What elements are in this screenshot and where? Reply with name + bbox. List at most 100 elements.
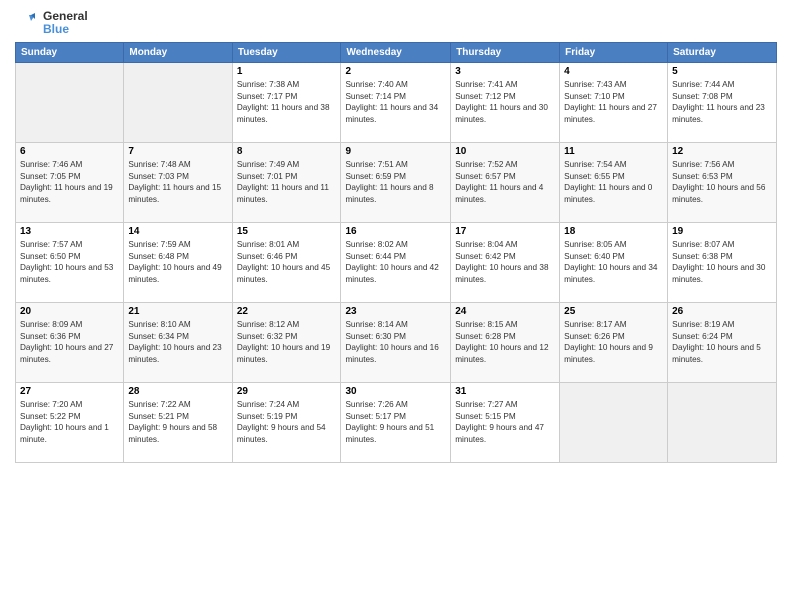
day-info: Sunrise: 7:59 AM Sunset: 6:48 PM Dayligh… [128,239,227,285]
calendar-cell: 30 Sunrise: 7:26 AM Sunset: 5:17 PM Dayli… [341,383,451,463]
calendar-cell: 24Sunrise: 8:15 AM Sunset: 6:28 PM Dayli… [451,303,560,383]
day-number: 1 [237,66,337,77]
calendar-cell: 5 Sunrise: 7:44 AM Sunset: 7:08 PM Daylig… [668,63,777,143]
page: General Blue SundayMondayTuesdayWednesda… [0,0,792,612]
day-number: 18 [564,226,663,237]
day-number: 2 [345,66,446,77]
day-info: Sunrise: 7:43 AM Sunset: 7:10 PM Dayligh… [564,79,663,125]
day-number: 26 [672,306,772,317]
calendar-cell [16,63,124,143]
day-number: 27 [20,386,119,397]
calendar-cell: 13 Sunrise: 7:57 AM Sunset: 6:50 PM Dayli… [16,223,124,303]
calendar-header-row: SundayMondayTuesdayWednesdayThursdayFrid… [16,43,777,63]
col-header-thursday: Thursday [451,43,560,63]
calendar-cell: 31 Sunrise: 7:27 AM Sunset: 5:15 PM Dayli… [451,383,560,463]
day-number: 14 [128,226,227,237]
calendar-cell: 22 Sunrise: 8:12 AM Sunset: 6:32 PM Dayli… [232,303,341,383]
header: General Blue [15,10,777,36]
day-info: Sunrise: 8:07 AM Sunset: 6:38 PM Dayligh… [672,239,772,285]
calendar-cell: 7 Sunrise: 7:48 AM Sunset: 7:03 PM Daylig… [124,143,232,223]
logo-line2: Blue [43,23,88,36]
calendar-cell: 25 Sunrise: 8:17 AM Sunset: 6:26 PM Dayli… [560,303,668,383]
calendar-cell: 4 Sunrise: 7:43 AM Sunset: 7:10 PM Daylig… [560,63,668,143]
day-info: Sunrise: 8:17 AM Sunset: 6:26 PM Dayligh… [564,319,663,365]
day-info: Sunrise: 7:44 AM Sunset: 7:08 PM Dayligh… [672,79,772,125]
day-info: Sunrise: 7:20 AM Sunset: 5:22 PM Dayligh… [20,399,119,445]
day-info: Sunrise: 8:02 AM Sunset: 6:44 PM Dayligh… [345,239,446,285]
calendar-cell [668,383,777,463]
logo-bird-icon [15,11,39,35]
calendar-cell: 9Sunrise: 7:51 AM Sunset: 6:59 PM Daylig… [341,143,451,223]
calendar-week-row: 1 Sunrise: 7:38 AM Sunset: 7:17 PM Daylig… [16,63,777,143]
day-number: 31 [455,386,555,397]
logo: General Blue [15,10,88,36]
day-info: Sunrise: 8:01 AM Sunset: 6:46 PM Dayligh… [237,239,337,285]
day-info: Sunrise: 8:19 AM Sunset: 6:24 PM Dayligh… [672,319,772,365]
day-number: 11 [564,146,663,157]
col-header-wednesday: Wednesday [341,43,451,63]
calendar-cell: 18Sunrise: 8:05 AM Sunset: 6:40 PM Dayli… [560,223,668,303]
day-number: 20 [20,306,119,317]
calendar-cell: 16 Sunrise: 8:02 AM Sunset: 6:44 PM Dayli… [341,223,451,303]
day-number: 22 [237,306,337,317]
day-number: 7 [128,146,227,157]
day-number: 9 [345,146,446,157]
day-number: 17 [455,226,555,237]
day-info: Sunrise: 8:09 AM Sunset: 6:36 PM Dayligh… [20,319,119,365]
day-info: Sunrise: 7:56 AM Sunset: 6:53 PM Dayligh… [672,159,772,205]
calendar-cell: 3Sunrise: 7:41 AM Sunset: 7:12 PM Daylig… [451,63,560,143]
day-number: 21 [128,306,227,317]
day-info: Sunrise: 7:49 AM Sunset: 7:01 PM Dayligh… [237,159,337,205]
calendar-table: SundayMondayTuesdayWednesdayThursdayFrid… [15,42,777,463]
calendar-cell: 12 Sunrise: 7:56 AM Sunset: 6:53 PM Dayli… [668,143,777,223]
day-number: 5 [672,66,772,77]
calendar-cell: 26 Sunrise: 8:19 AM Sunset: 6:24 PM Dayli… [668,303,777,383]
calendar-cell: 21 Sunrise: 8:10 AM Sunset: 6:34 PM Dayli… [124,303,232,383]
day-info: Sunrise: 7:22 AM Sunset: 5:21 PM Dayligh… [128,399,227,445]
calendar-cell: 19 Sunrise: 8:07 AM Sunset: 6:38 PM Dayli… [668,223,777,303]
day-info: Sunrise: 7:27 AM Sunset: 5:15 PM Dayligh… [455,399,555,445]
day-number: 24 [455,306,555,317]
day-number: 19 [672,226,772,237]
day-number: 28 [128,386,227,397]
calendar-week-row: 6 Sunrise: 7:46 AM Sunset: 7:05 PM Daylig… [16,143,777,223]
day-number: 12 [672,146,772,157]
calendar-cell: 11 Sunrise: 7:54 AM Sunset: 6:55 PM Dayli… [560,143,668,223]
calendar-cell: 8 Sunrise: 7:49 AM Sunset: 7:01 PM Daylig… [232,143,341,223]
day-info: Sunrise: 8:14 AM Sunset: 6:30 PM Dayligh… [345,319,446,365]
day-info: Sunrise: 7:40 AM Sunset: 7:14 PM Dayligh… [345,79,446,125]
day-number: 29 [237,386,337,397]
calendar-cell: 1 Sunrise: 7:38 AM Sunset: 7:17 PM Daylig… [232,63,341,143]
day-number: 23 [345,306,446,317]
day-number: 13 [20,226,119,237]
col-header-saturday: Saturday [668,43,777,63]
day-info: Sunrise: 7:52 AM Sunset: 6:57 PM Dayligh… [455,159,555,205]
calendar-cell: 23 Sunrise: 8:14 AM Sunset: 6:30 PM Dayli… [341,303,451,383]
calendar-cell [560,383,668,463]
day-info: Sunrise: 8:12 AM Sunset: 6:32 PM Dayligh… [237,319,337,365]
day-number: 4 [564,66,663,77]
calendar-cell: 2 Sunrise: 7:40 AM Sunset: 7:14 PM Daylig… [341,63,451,143]
day-info: Sunrise: 7:46 AM Sunset: 7:05 PM Dayligh… [20,159,119,205]
day-number: 10 [455,146,555,157]
day-number: 3 [455,66,555,77]
day-number: 16 [345,226,446,237]
day-info: Sunrise: 7:26 AM Sunset: 5:17 PM Dayligh… [345,399,446,445]
day-info: Sunrise: 7:57 AM Sunset: 6:50 PM Dayligh… [20,239,119,285]
day-info: Sunrise: 7:54 AM Sunset: 6:55 PM Dayligh… [564,159,663,205]
day-info: Sunrise: 7:38 AM Sunset: 7:17 PM Dayligh… [237,79,337,125]
calendar-cell: 20 Sunrise: 8:09 AM Sunset: 6:36 PM Dayli… [16,303,124,383]
day-number: 25 [564,306,663,317]
col-header-friday: Friday [560,43,668,63]
day-number: 8 [237,146,337,157]
calendar-cell: 27 Sunrise: 7:20 AM Sunset: 5:22 PM Dayli… [16,383,124,463]
day-info: Sunrise: 7:48 AM Sunset: 7:03 PM Dayligh… [128,159,227,205]
day-info: Sunrise: 8:10 AM Sunset: 6:34 PM Dayligh… [128,319,227,365]
col-header-monday: Monday [124,43,232,63]
day-number: 30 [345,386,446,397]
day-number: 6 [20,146,119,157]
col-header-tuesday: Tuesday [232,43,341,63]
calendar-cell: 15Sunrise: 8:01 AM Sunset: 6:46 PM Dayli… [232,223,341,303]
calendar-cell: 14 Sunrise: 7:59 AM Sunset: 6:48 PM Dayli… [124,223,232,303]
calendar-cell: 10 Sunrise: 7:52 AM Sunset: 6:57 PM Dayli… [451,143,560,223]
